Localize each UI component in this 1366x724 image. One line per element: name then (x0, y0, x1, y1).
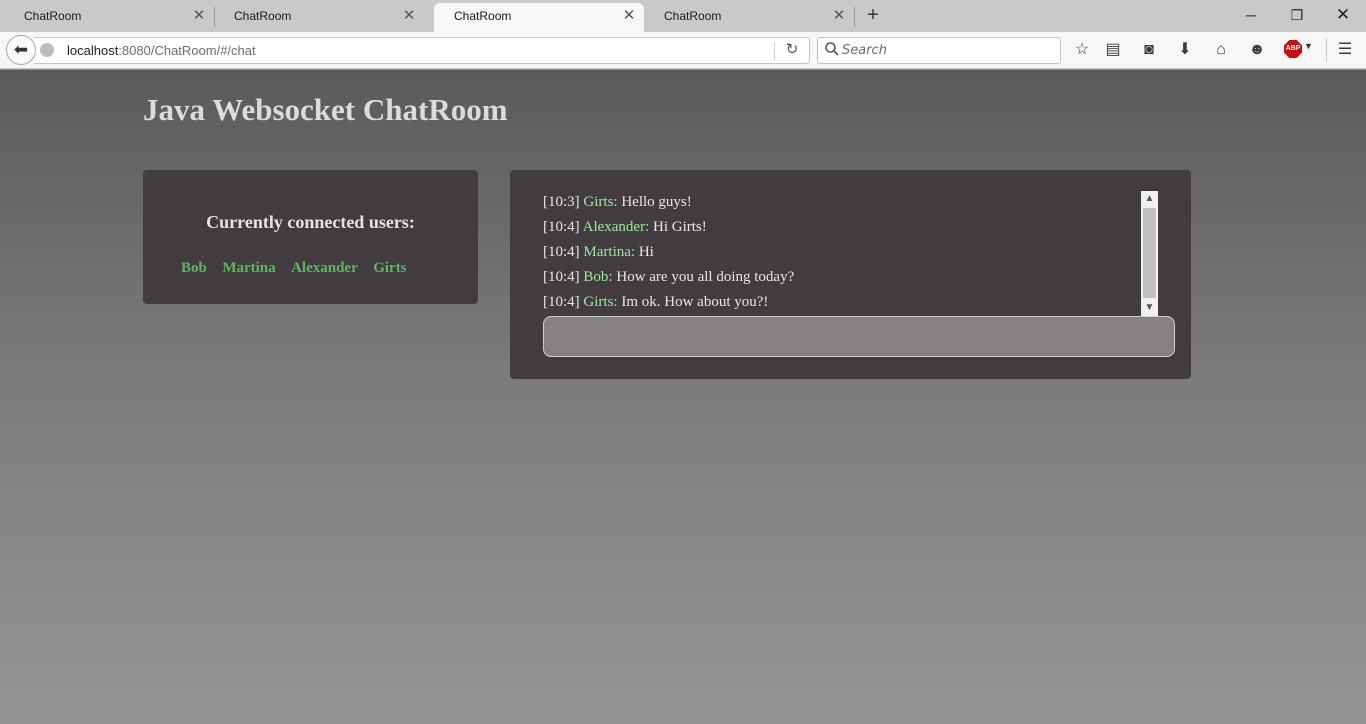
chat-panel: [10:3] Girts: Hello guys! [10:4] Alexand… (510, 170, 1191, 379)
message-text: Hello guys! (621, 194, 692, 210)
connected-users-heading: Currently connected users: (206, 212, 415, 232)
user-name: Martina (222, 260, 276, 276)
menu-icon[interactable]: ☰ (1334, 39, 1356, 61)
tab-title: ChatRoom (234, 9, 292, 23)
message-colon: : (608, 269, 613, 285)
close-tab-icon[interactable]: ✕ (830, 7, 848, 25)
message-text: Hi (638, 244, 654, 260)
new-tab-icon[interactable]: + (861, 4, 885, 28)
reload-icon[interactable]: ↻ (782, 40, 802, 60)
chat-message: [10:4] Bob: How are you all doing today? (543, 267, 1143, 292)
tab-title: ChatRoom (454, 9, 512, 23)
download-icon[interactable]: ⬇ (1174, 39, 1196, 61)
chat-message: [10:4] Martina: Hi (543, 242, 1143, 267)
scroll-down-icon[interactable]: ▼ (1141, 300, 1158, 316)
message-user: Alexander (582, 219, 646, 235)
scroll-up-icon[interactable]: ▲ (1141, 191, 1158, 207)
home-icon[interactable]: ⌂ (1210, 39, 1232, 61)
tab-title: ChatRoom (24, 9, 82, 23)
user-list: Bob Martina Alexander Girts (181, 259, 418, 277)
message-user: Martina (583, 244, 631, 260)
message-colon: : (613, 194, 618, 210)
back-arrow-icon: ⬅ (13, 40, 29, 59)
url-path: :8080/ChatRoom/#/chat (118, 43, 256, 58)
search-input[interactable] (842, 40, 1052, 60)
url-divider (774, 42, 775, 60)
adblock-plus-icon[interactable]: ABP (1284, 40, 1302, 58)
message-input[interactable] (543, 316, 1175, 357)
navigation-bar: localhost:8080/ChatRoom/#/chat ↻ ⬅ ☆ ▤ ◙… (0, 32, 1366, 69)
message-text: How are you all doing today? (616, 269, 795, 285)
message-text: Hi Girts! (653, 219, 707, 235)
user-name: Girts (373, 260, 407, 276)
adblock-dropdown-icon[interactable]: ▼ (1304, 41, 1313, 51)
tab-separator (854, 7, 855, 27)
url-host: localhost (67, 43, 119, 58)
message-user: Girts (583, 294, 614, 310)
user-name: Bob (181, 260, 207, 276)
message-text: Im ok. How about you?! (621, 294, 769, 310)
message-colon: : (613, 294, 618, 310)
message-scrollbar[interactable]: ▲ ▼ (1141, 191, 1158, 316)
browser-tab-active[interactable]: ChatRoom ✕ (434, 3, 644, 32)
browser-tab[interactable]: ChatRoom ✕ (214, 3, 424, 32)
user-name: Alexander (291, 260, 358, 276)
chat-message: [10:3] Girts: Hello guys! (543, 192, 1143, 217)
message-colon: : (630, 244, 636, 260)
browser-tab[interactable]: ChatRoom ✕ (644, 3, 855, 32)
bookmark-star-icon[interactable]: ☆ (1071, 39, 1093, 61)
message-time: [10:3] (543, 194, 580, 210)
message-colon: : (645, 219, 650, 235)
url-bar[interactable]: localhost:8080/ChatRoom/#/chat ↻ (34, 37, 810, 64)
message-time: [10:4] (543, 244, 580, 260)
window-close-icon[interactable]: ✕ (1320, 0, 1366, 30)
message-time: [10:4] (543, 294, 580, 310)
message-time: [10:4] (543, 269, 580, 285)
connected-users-panel: Currently connected users: Bob Martina A… (143, 170, 478, 304)
close-tab-icon[interactable]: ✕ (190, 7, 208, 25)
page-title: Java Websocket ChatRoom (143, 92, 508, 127)
tab-strip: ChatRoom ✕ ChatRoom ✕ ChatRoom ✕ ChatRoo… (0, 0, 1366, 32)
minimize-icon[interactable]: ─ (1228, 0, 1274, 30)
hello-icon[interactable]: ☻ (1246, 39, 1268, 61)
url-text[interactable]: localhost:8080/ChatRoom/#/chat (67, 43, 256, 58)
scroll-thumb[interactable] (1143, 208, 1156, 298)
message-user: Bob (583, 269, 609, 285)
browser-tab[interactable]: ChatRoom ✕ (4, 3, 215, 32)
close-tab-icon[interactable]: ✕ (400, 7, 418, 25)
back-button[interactable]: ⬅ (6, 35, 36, 65)
message-list[interactable]: [10:3] Girts: Hello guys! [10:4] Alexand… (543, 192, 1143, 316)
search-bar[interactable] (817, 37, 1061, 64)
pocket-icon[interactable]: ◙ (1138, 39, 1160, 61)
chat-message: [10:4] Alexander: Hi Girts! (543, 217, 1143, 242)
restore-icon[interactable]: ❐ (1274, 0, 1320, 30)
search-icon (825, 42, 839, 56)
reading-list-icon[interactable]: ▤ (1102, 39, 1124, 61)
close-tab-icon[interactable]: ✕ (620, 7, 638, 25)
message-user: Girts (583, 194, 614, 210)
site-identity-icon[interactable] (40, 43, 54, 57)
page-content: Java Websocket ChatRoom Currently connec… (0, 70, 1366, 724)
message-time: [10:4] (543, 219, 580, 235)
toolbar-separator (1326, 38, 1327, 62)
tab-title: ChatRoom (664, 9, 722, 23)
chat-message: [10:4] Girts: Im ok. How about you?! (543, 292, 1143, 316)
